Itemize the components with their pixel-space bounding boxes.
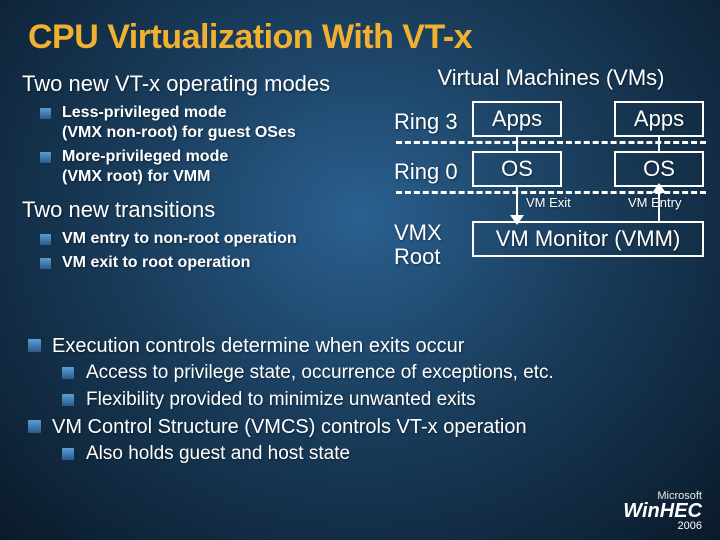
vm-diagram: Virtual Machines (VMs) Ring 3 Ring 0 App… bbox=[396, 65, 706, 227]
list-item: More-privileged mode (VMX root) for VMM bbox=[62, 147, 402, 187]
bottom-list: Execution controls determine when exits … bbox=[22, 333, 702, 359]
winhec-label: WinHEC bbox=[623, 502, 702, 520]
rings-area: Ring 3 Ring 0 Apps Apps OS OS VM Exit VM… bbox=[396, 97, 706, 227]
text: VMX bbox=[394, 220, 442, 245]
connector bbox=[658, 137, 660, 153]
text: More-privileged mode bbox=[62, 148, 228, 165]
text: (VMX non-root) for guest OSes bbox=[62, 124, 296, 141]
list-item: VM entry to non-root operation bbox=[62, 229, 402, 249]
bottom-sublist: Also holds guest and host state bbox=[86, 442, 702, 467]
modes-list: Less-privileged mode (VMX non-root) for … bbox=[62, 103, 402, 187]
bottom-sublist: Access to privilege state, occurrence of… bbox=[86, 361, 702, 412]
heading-modes: Two new VT-x operating modes bbox=[22, 71, 402, 97]
os-box-1: OS bbox=[472, 151, 562, 187]
ring3-label: Ring 3 bbox=[394, 109, 458, 135]
microsoft-label: Microsoft bbox=[657, 490, 702, 502]
vmx-root-label: VMX Root bbox=[394, 221, 442, 269]
list-item: Execution controls determine when exits … bbox=[52, 333, 702, 359]
footer-logo: Microsoft WinHEC 2006 bbox=[623, 490, 702, 532]
connector bbox=[516, 137, 518, 153]
diagram-title: Virtual Machines (VMs) bbox=[396, 65, 706, 91]
list-item: Also holds guest and host state bbox=[86, 442, 702, 467]
vm-exit-label: VM Exit bbox=[526, 195, 571, 210]
text: Root bbox=[394, 244, 440, 269]
text: (VMX root) for VMM bbox=[62, 168, 210, 185]
left-column: Two new VT-x operating modes Less-privil… bbox=[22, 71, 402, 283]
os-box-2: OS bbox=[614, 151, 704, 187]
list-item: Less-privileged mode (VMX non-root) for … bbox=[62, 103, 402, 143]
arrow-up-icon bbox=[652, 183, 666, 193]
list-item: Access to privilege state, occurrence of… bbox=[86, 361, 702, 386]
list-item: VM Control Structure (VMCS) controls VT-… bbox=[52, 414, 702, 440]
list-item: Flexibility provided to minimize unwante… bbox=[86, 388, 702, 413]
list-item: VM exit to root operation bbox=[62, 253, 402, 273]
vm-entry-label: VM Entry bbox=[628, 195, 708, 210]
transitions-list: VM entry to non-root operation VM exit t… bbox=[62, 229, 402, 273]
apps-box-1: Apps bbox=[472, 101, 562, 137]
bottom-block: Execution controls determine when exits … bbox=[22, 333, 702, 469]
year-label: 2006 bbox=[678, 520, 702, 532]
apps-box-2: Apps bbox=[614, 101, 704, 137]
vmm-box: VM Monitor (VMM) bbox=[472, 221, 704, 257]
bottom-list: VM Control Structure (VMCS) controls VT-… bbox=[22, 414, 702, 440]
ring0-label: Ring 0 bbox=[394, 159, 458, 185]
heading-transitions: Two new transitions bbox=[22, 197, 402, 223]
slide-title: CPU Virtualization With VT-x bbox=[0, 0, 720, 71]
text: Less-privileged mode bbox=[62, 104, 227, 121]
